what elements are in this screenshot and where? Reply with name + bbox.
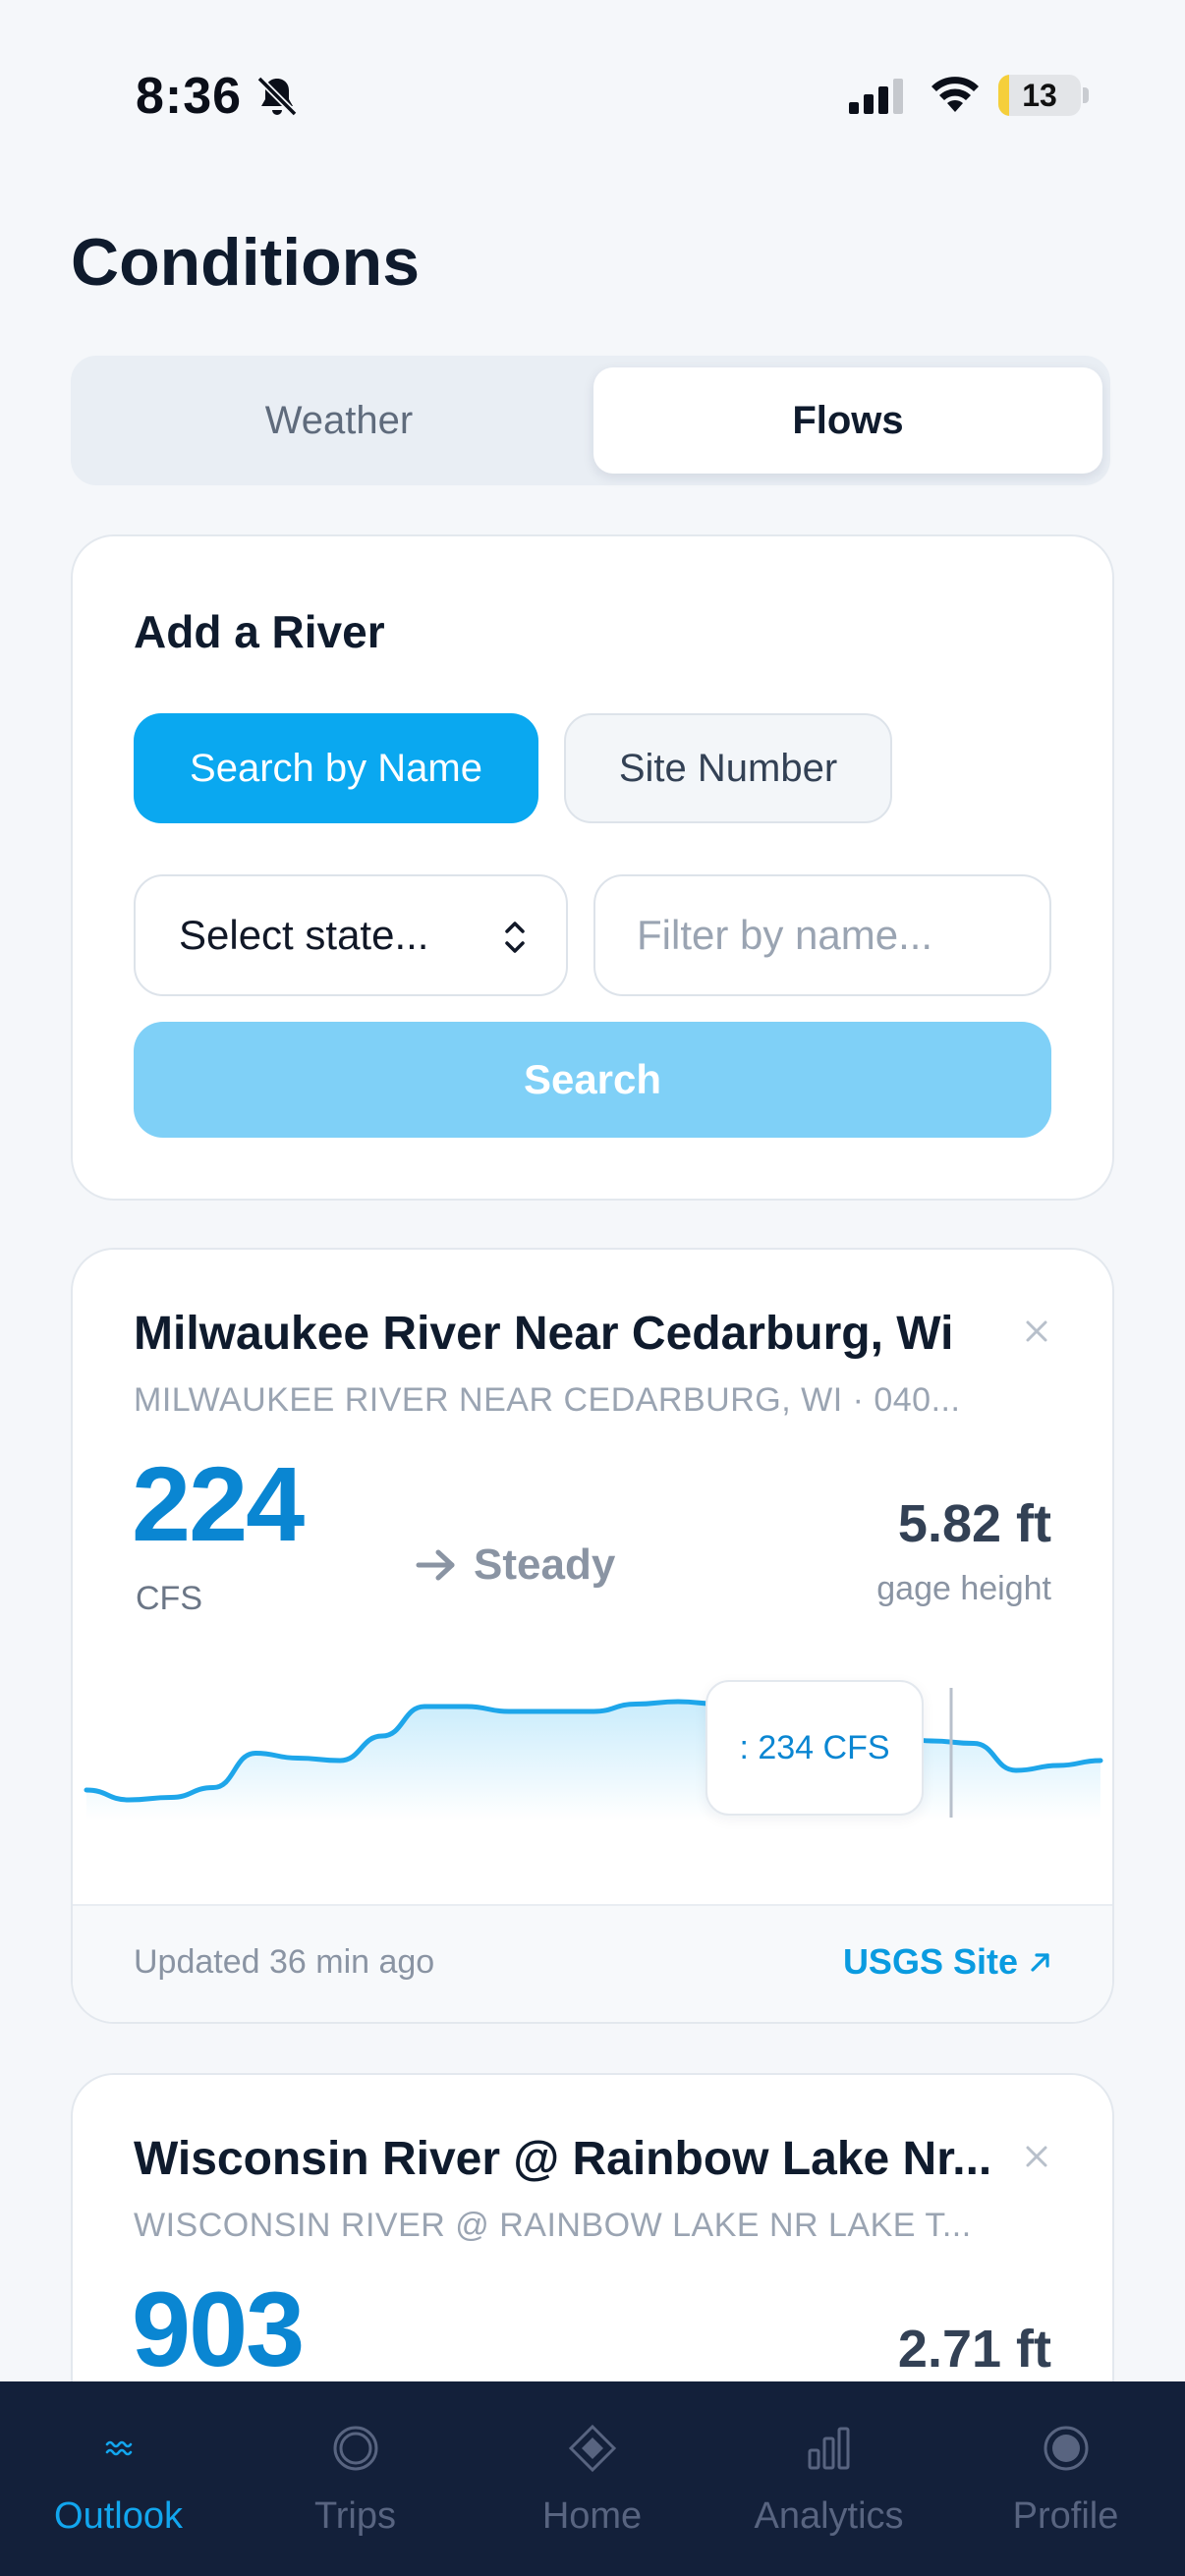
- tab-home[interactable]: Home: [474, 2381, 710, 2576]
- site-number-button[interactable]: Site Number: [564, 713, 892, 823]
- flow-unit: CFS: [136, 1580, 202, 1617]
- trips-icon: [333, 2426, 377, 2471]
- search-by-name-button[interactable]: Search by Name: [134, 713, 538, 823]
- bar-chart-icon: [808, 2427, 849, 2470]
- external-link-icon: [1031, 1953, 1049, 1972]
- close-icon[interactable]: [1020, 2140, 1053, 2173]
- bottom-tab-bar: Outlook Trips Home Analytics Profile: [0, 2381, 1185, 2576]
- page-title: Conditions: [71, 225, 421, 300]
- home-diamond-icon: [568, 2424, 616, 2473]
- state-select[interactable]: Select state...: [134, 874, 568, 996]
- add-river-title: Add a River: [134, 606, 385, 657]
- tab-weather[interactable]: Weather: [85, 367, 593, 474]
- bell-off-icon: [256, 76, 298, 117]
- river-card-footer: Updated 36 min ago USGS Site: [73, 1904, 1112, 2022]
- state-select-value: Select state...: [179, 912, 429, 958]
- trend-label: Steady: [474, 1540, 616, 1589]
- tab-analytics-label: Analytics: [754, 2495, 904, 2537]
- battery-indicator: 13: [998, 75, 1081, 116]
- battery-level: 13: [1022, 77, 1057, 113]
- tab-trips[interactable]: Trips: [237, 2381, 474, 2576]
- close-icon[interactable]: [1020, 1315, 1053, 1348]
- updated-timestamp: Updated 36 min ago: [134, 1943, 435, 1981]
- river-name: Wisconsin River @ Rainbow Lake Nr...: [134, 2133, 992, 2185]
- flow-value: 224: [132, 1444, 305, 1563]
- sparkline-tooltip: : 234 CFS: [705, 1680, 924, 1816]
- tab-analytics[interactable]: Analytics: [710, 2381, 947, 2576]
- tab-profile-label: Profile: [1012, 2495, 1119, 2537]
- status-time: 8:36: [136, 68, 243, 125]
- flow-sparkline-chart[interactable]: [73, 1672, 1114, 1888]
- profile-icon: [1044, 2426, 1088, 2471]
- conditions-tabs: Weather Flows: [71, 356, 1110, 485]
- status-bar: 8:36 13: [0, 0, 1185, 187]
- battery-nub: [1083, 87, 1089, 103]
- waves-icon: [105, 2440, 132, 2456]
- tab-trips-label: Trips: [313, 2495, 397, 2537]
- flow-value: 903: [132, 2269, 305, 2388]
- wifi-icon: [931, 77, 979, 112]
- gage-height-value: 5.82 ft: [897, 1494, 1051, 1553]
- gage-height-value: 2.71 ft: [897, 2320, 1051, 2379]
- gage-height-label: gage height: [876, 1570, 1051, 1607]
- name-filter-input[interactable]: [593, 874, 1051, 996]
- river-site-subtitle: MILWAUKEE RIVER NEAR CEDARBURG, WI · 040…: [134, 1381, 961, 1419]
- chevron-up-down-icon: [505, 922, 525, 953]
- cellular-signal-icon: [849, 79, 903, 114]
- usgs-site-label: USGS Site: [842, 1941, 1018, 1982]
- search-button[interactable]: Search: [134, 1022, 1051, 1138]
- usgs-site-link[interactable]: USGS Site: [843, 1941, 1053, 1983]
- tab-profile[interactable]: Profile: [947, 2381, 1184, 2576]
- tab-flows[interactable]: Flows: [593, 367, 1102, 474]
- tab-home-label: Home: [541, 2495, 643, 2537]
- river-card: Milwaukee River Near Cedarburg, Wi MILWA…: [71, 1248, 1114, 2024]
- add-river-card: Add a River Search by Name Site Number S…: [71, 534, 1114, 1201]
- river-site-subtitle: WISCONSIN RIVER @ RAINBOW LAKE NR LAKE T…: [134, 2207, 972, 2244]
- river-name: Milwaukee River Near Cedarburg, Wi: [134, 1308, 954, 1360]
- tab-outlook[interactable]: Outlook: [0, 2381, 237, 2576]
- tab-outlook-label: Outlook: [54, 2495, 183, 2537]
- trend-indicator: Steady: [415, 1540, 615, 1590]
- arrow-right-icon: [416, 1549, 455, 1581]
